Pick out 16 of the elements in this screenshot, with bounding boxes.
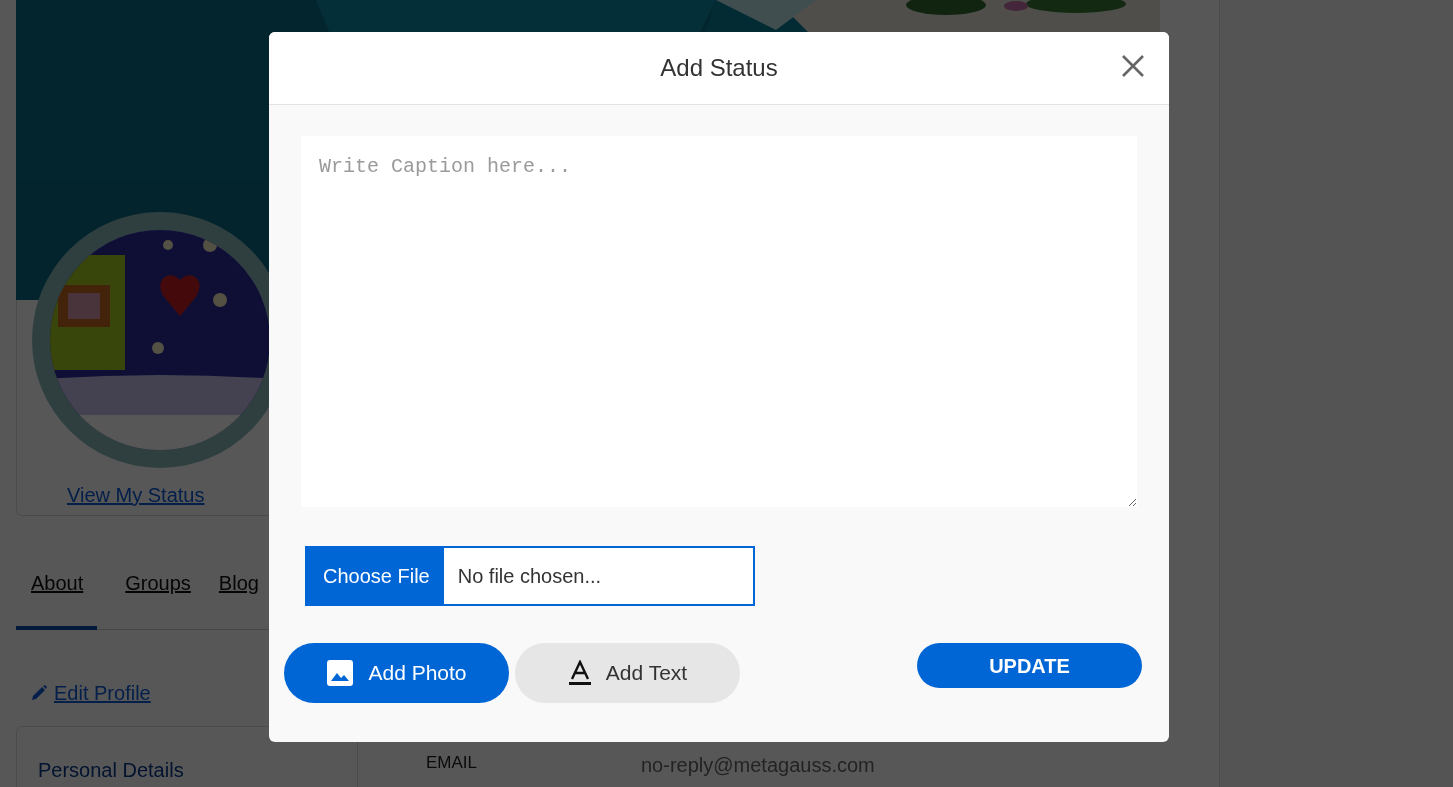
tab[interactable]: Blog	[218, 564, 259, 630]
close-icon	[1121, 54, 1145, 78]
text-icon	[567, 660, 592, 686]
update-button[interactable]: UPDATE	[917, 643, 1142, 688]
add-text-button[interactable]: Add Text	[515, 643, 740, 703]
tab[interactable]: Groups	[125, 564, 191, 630]
file-name-text: No file chosen...	[456, 564, 602, 589]
add-photo-button[interactable]: Add Photo	[284, 643, 509, 703]
file-field[interactable]: Choose File No file chosen...	[305, 546, 755, 606]
choose-file-button[interactable]: Choose File	[307, 548, 444, 604]
caption-field[interactable]: Write Caption here...	[301, 136, 1137, 507]
tab[interactable]: About	[16, 564, 98, 630]
modal-title: Add Status	[660, 53, 778, 83]
field-label: EMAIL	[426, 752, 479, 774]
image-icon	[326, 659, 355, 687]
pencil-icon	[30, 684, 48, 702]
